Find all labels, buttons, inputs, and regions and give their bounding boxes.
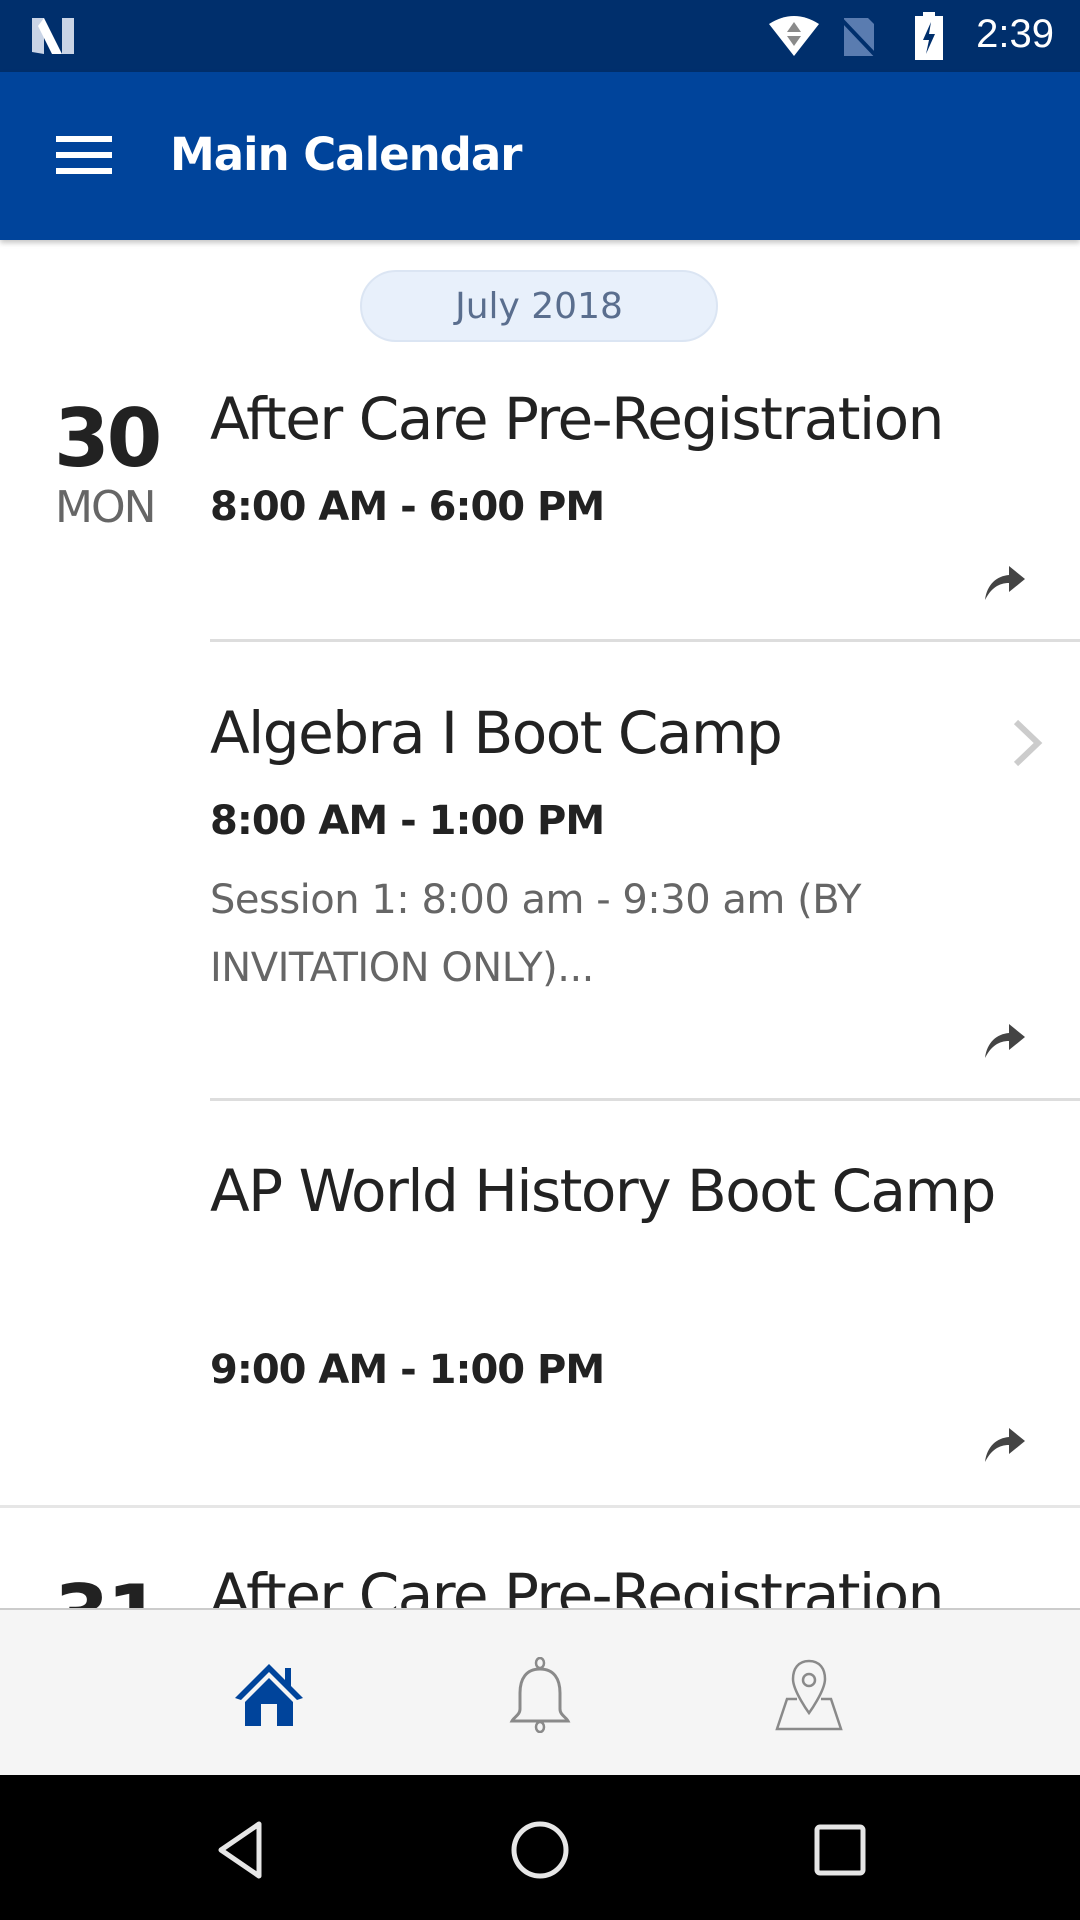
status-time: 2:39 [976, 12, 1054, 56]
chevron-right-icon[interactable] [1008, 718, 1046, 768]
tab-locations[interactable] [764, 1650, 854, 1740]
no-sim-icon [838, 16, 880, 60]
event-time: 8:00 AM - 6:00 PM [210, 484, 605, 530]
day-name: MON [55, 482, 157, 533]
back-icon [218, 1821, 262, 1879]
n-logo-icon [32, 18, 74, 54]
divider [210, 639, 1080, 642]
page-title: Main Calendar [170, 128, 522, 181]
event-description: Session 1: 8:00 am - 9:30 am (BY INVITAT… [210, 877, 861, 991]
tab-notifications[interactable] [495, 1650, 585, 1740]
battery-charging-icon [915, 12, 943, 60]
nav-recents-button[interactable] [800, 1810, 880, 1890]
app-bar: Main Calendar [0, 72, 1080, 240]
nav-back-button[interactable] [200, 1810, 280, 1890]
nav-home-button[interactable] [500, 1810, 580, 1890]
wifi-icon [769, 16, 819, 56]
event-time: 9:00 AM - 1:00 PM [210, 1347, 605, 1393]
hamburger-menu-icon[interactable] [56, 136, 112, 174]
recents-icon [814, 1824, 866, 1876]
status-bar: 2:39 [0, 0, 1080, 72]
share-icon[interactable] [983, 1022, 1027, 1060]
month-label: July 2018 [360, 270, 718, 342]
bottom-tab-bar [0, 1608, 1080, 1775]
day-divider [0, 1505, 1080, 1508]
map-pin-icon [775, 1659, 843, 1731]
tab-home[interactable] [224, 1650, 314, 1740]
day-number: 30 [54, 392, 162, 485]
share-icon[interactable] [983, 564, 1027, 602]
home-circle-icon [511, 1821, 569, 1879]
share-icon[interactable] [983, 1426, 1027, 1464]
event-title[interactable]: Algebra I Boot Camp [210, 688, 1010, 778]
event-title[interactable]: AP World History Boot Camp [210, 1146, 1010, 1236]
home-icon [235, 1664, 303, 1726]
bell-icon [509, 1657, 571, 1733]
event-title[interactable]: After Care Pre-Registration [210, 374, 1010, 464]
divider [210, 1098, 1080, 1101]
system-nav-bar [0, 1775, 1080, 1920]
event-time: 8:00 AM - 1:00 PM [210, 798, 605, 844]
